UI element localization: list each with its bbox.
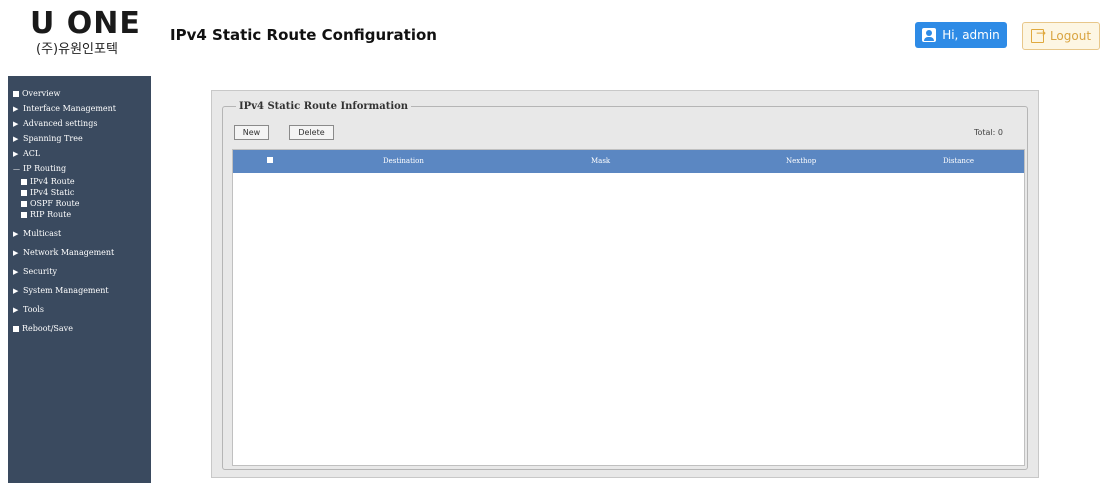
user-label: Hi, admin bbox=[942, 28, 1000, 42]
sidebar-item-security[interactable]: ▶ Security bbox=[8, 262, 151, 281]
sidebar-item-multicast[interactable]: ▶ Multicast bbox=[8, 224, 151, 243]
sidebar-item-label: RIP Route bbox=[30, 210, 72, 219]
column-header-destination: Destination bbox=[383, 157, 424, 165]
header: U ONE (주)유원인포텍 IPv4 Static Route Configu… bbox=[0, 0, 1103, 72]
main-panel: IPv4 Static Route Information New Delete… bbox=[211, 90, 1039, 478]
sidebar-item-label: Tools bbox=[23, 305, 45, 314]
square-icon bbox=[21, 179, 27, 185]
sidebar-item-label: IPv4 Route bbox=[30, 177, 75, 186]
sidebar-item-label: Spanning Tree bbox=[23, 134, 83, 143]
sidebar-item-label: OSPF Route bbox=[30, 199, 80, 208]
table-header: Destination Mask Nexthop Distance bbox=[233, 150, 1024, 173]
sidebar-item-spanning-tree[interactable]: ▶ Spanning Tree bbox=[8, 131, 151, 146]
sidebar-item-label: Reboot/Save bbox=[22, 324, 73, 333]
sidebar-item-network-management[interactable]: ▶ Network Management bbox=[8, 243, 151, 262]
arrow-right-icon: ▶ bbox=[13, 150, 19, 158]
arrow-right-icon: ▶ bbox=[13, 268, 19, 276]
arrow-right-icon: ▶ bbox=[13, 120, 19, 128]
square-icon bbox=[13, 91, 19, 97]
column-header-distance: Distance bbox=[943, 157, 975, 165]
logo-sub-text: (주)유원인포텍 bbox=[36, 42, 118, 57]
sidebar-item-reboot-save[interactable]: Reboot/Save bbox=[8, 319, 151, 338]
square-icon bbox=[13, 326, 19, 332]
square-icon bbox=[21, 201, 27, 207]
logout-icon bbox=[1030, 26, 1046, 43]
arrow-right-icon: ▶ bbox=[13, 230, 19, 238]
arrow-right-icon: ▶ bbox=[13, 249, 19, 257]
sidebar-item-tools[interactable]: ▶ Tools bbox=[8, 300, 151, 319]
route-table: Destination Mask Nexthop Distance bbox=[232, 149, 1025, 466]
sidebar-item-label: Network Management bbox=[23, 248, 115, 257]
sidebar-item-advanced-settings[interactable]: ▶ Advanced settings bbox=[8, 116, 151, 131]
logout-label: Logout bbox=[1049, 29, 1092, 43]
sidebar-item-ipv4-route[interactable]: IPv4 Route bbox=[8, 176, 151, 187]
logout-button[interactable]: Logout bbox=[1022, 22, 1100, 50]
column-header-mask: Mask bbox=[591, 157, 611, 165]
sidebar-item-label: IP Routing bbox=[23, 164, 67, 173]
sidebar-item-ipv4-static[interactable]: IPv4 Static bbox=[8, 187, 151, 198]
total-count: Total: 0 bbox=[974, 128, 1004, 137]
column-header-nexthop: Nexthop bbox=[786, 157, 817, 165]
sidebar-item-ospf-route[interactable]: OSPF Route bbox=[8, 198, 151, 209]
sidebar-item-label: System Management bbox=[23, 286, 109, 295]
arrow-right-icon: ▶ bbox=[13, 135, 19, 143]
sidebar-item-label: Security bbox=[23, 267, 57, 276]
sidebar-item-label: IPv4 Static bbox=[30, 188, 75, 197]
sidebar: Overview ▶ Interface Management ▶ Advanced… bbox=[8, 76, 151, 483]
new-button[interactable]: New bbox=[234, 125, 269, 140]
logo-main-text: U ONE bbox=[30, 6, 141, 41]
sidebar-item-system-management[interactable]: ▶ System Management bbox=[8, 281, 151, 300]
sidebar-item-label: Interface Management bbox=[23, 104, 116, 113]
sidebar-item-label: Overview bbox=[22, 89, 61, 98]
page-title: IPv4 Static Route Configuration bbox=[170, 26, 437, 44]
user-icon bbox=[922, 28, 937, 42]
arrow-right-icon: ▶ bbox=[13, 306, 19, 314]
square-icon bbox=[21, 190, 27, 196]
collapse-dash-icon: — bbox=[13, 165, 20, 173]
sidebar-item-interface-management[interactable]: ▶ Interface Management bbox=[8, 101, 151, 116]
company-logo: U ONE (주)유원인포텍 bbox=[30, 8, 150, 64]
sidebar-item-label: ACL bbox=[23, 149, 41, 158]
sidebar-item-rip-route[interactable]: RIP Route bbox=[8, 209, 151, 220]
sidebar-item-ip-routing[interactable]: — IP Routing bbox=[8, 161, 151, 176]
sidebar-item-overview[interactable]: Overview bbox=[8, 86, 151, 101]
square-icon bbox=[21, 212, 27, 218]
sidebar-item-label: Advanced settings bbox=[23, 119, 98, 128]
sidebar-item-label: Multicast bbox=[23, 229, 62, 238]
delete-button[interactable]: Delete bbox=[289, 125, 334, 140]
user-button[interactable]: Hi, admin bbox=[915, 22, 1007, 48]
arrow-right-icon: ▶ bbox=[13, 105, 19, 113]
fieldset-legend: IPv4 Static Route Information bbox=[236, 101, 412, 112]
select-all-checkbox[interactable] bbox=[267, 157, 273, 163]
sidebar-item-acl[interactable]: ▶ ACL bbox=[8, 146, 151, 161]
arrow-right-icon: ▶ bbox=[13, 287, 19, 295]
